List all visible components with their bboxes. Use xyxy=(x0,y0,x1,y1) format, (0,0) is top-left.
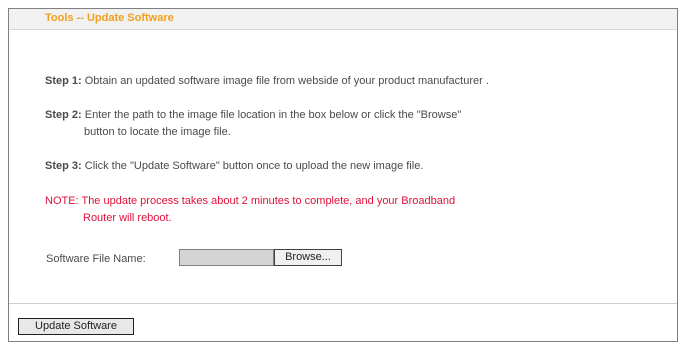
update-software-button[interactable]: Update Software xyxy=(18,318,134,335)
step-1-label: Step 1: xyxy=(45,75,82,87)
step-3: Step 3: Click the "Update Software" butt… xyxy=(45,158,423,175)
browse-button[interactable]: Browse... xyxy=(274,249,342,266)
note-line-1: NOTE: The update process takes about 2 m… xyxy=(45,195,456,207)
page-title: Tools -- Update Software xyxy=(45,12,174,24)
step-2-text-continued: button to locate the image file. xyxy=(84,126,231,138)
step-1: Step 1: Obtain an updated software image… xyxy=(45,73,489,90)
step-3-text: Click the "Update Software" button once … xyxy=(84,160,424,172)
step-2: Step 2: Enter the path to the image file… xyxy=(45,107,461,141)
warning-note: NOTE: The update process takes about 2 m… xyxy=(45,193,455,227)
software-file-label: Software File Name: xyxy=(46,253,146,265)
step-2-label: Step 2: xyxy=(45,109,82,121)
panel-header: Tools -- Update Software xyxy=(9,9,677,30)
update-software-panel: Tools -- Update Software Step 1: Obtain … xyxy=(8,8,678,342)
step-3-label: Step 3: xyxy=(45,160,82,172)
software-file-input[interactable] xyxy=(179,249,274,266)
step-1-text: Obtain an updated software image file fr… xyxy=(84,75,489,87)
note-line-2: Router will reboot. xyxy=(83,212,172,224)
step-2-text: Enter the path to the image file locatio… xyxy=(84,109,462,121)
divider xyxy=(9,303,677,304)
